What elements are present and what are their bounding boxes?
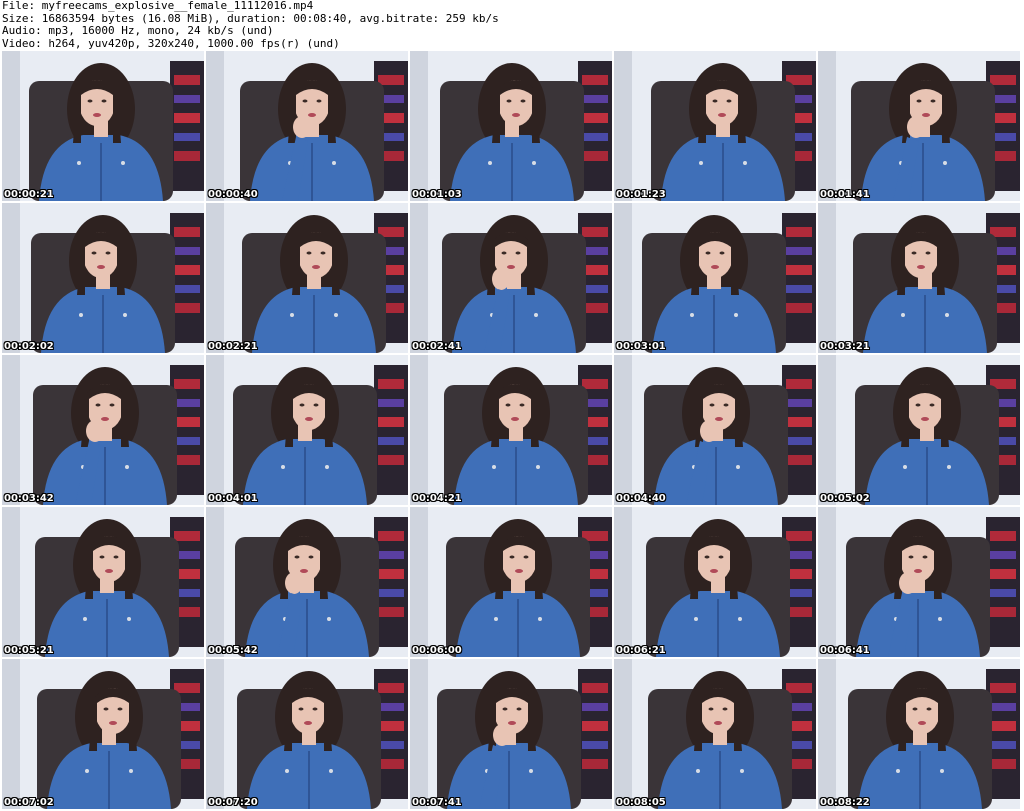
frame-timestamp: 00:02:41 [412,341,462,352]
frame-timestamp: 00:04:01 [208,493,258,504]
video-frame-thumbnail: 00:08:05 [614,659,816,809]
video-frame-thumbnail: 00:01:23 [614,51,816,201]
video-frame-thumbnail: 00:05:21 [2,507,204,657]
file-size-line: Size: 16863594 bytes (16.08 MiB), durati… [2,12,499,25]
frame-timestamp: 00:03:01 [616,341,666,352]
video-frame-thumbnail: 00:07:41 [410,659,612,809]
video-frame-thumbnail: 00:04:40 [614,355,816,505]
file-info-header: File: myfreecams_explosive__female_11112… [2,0,1020,50]
video-frame-thumbnail: 00:02:02 [2,203,204,353]
video-frame-thumbnail: 00:06:41 [818,507,1020,657]
frame-image [410,355,612,505]
frame-image [614,659,816,809]
frame-timestamp: 00:05:42 [208,645,258,656]
frame-timestamp: 00:04:21 [412,493,462,504]
frame-timestamp: 00:00:40 [208,189,258,200]
frame-timestamp: 00:07:20 [208,797,258,808]
frame-timestamp: 00:06:00 [412,645,462,656]
frame-image [818,659,1020,809]
file-name-line: File: myfreecams_explosive__female_11112… [2,0,314,12]
frame-image [818,203,1020,353]
frame-timestamp: 00:07:02 [4,797,54,808]
frame-image [410,203,612,353]
frame-timestamp: 00:03:42 [4,493,54,504]
video-frame-thumbnail: 00:03:21 [818,203,1020,353]
video-frame-thumbnail: 00:05:02 [818,355,1020,505]
video-frame-thumbnail: 00:08:22 [818,659,1020,809]
frame-timestamp: 00:03:21 [820,341,870,352]
frame-image [410,51,612,201]
frame-timestamp: 00:01:23 [616,189,666,200]
frame-image [614,51,816,201]
audio-info-line: Audio: mp3, 16000 Hz, mono, 24 kb/s (und… [2,25,274,37]
frame-timestamp: 00:05:21 [4,645,54,656]
frame-image [206,355,408,505]
video-frame-thumbnail: 00:01:41 [818,51,1020,201]
frame-image [206,659,408,809]
frame-timestamp: 00:01:41 [820,189,870,200]
frame-image [206,51,408,201]
frame-image [410,507,612,657]
video-frame-thumbnail: 00:00:40 [206,51,408,201]
video-frame-thumbnail: 00:06:21 [614,507,816,657]
frame-timestamp: 00:05:02 [820,493,870,504]
frame-timestamp: 00:06:41 [820,645,870,656]
video-frame-thumbnail: 00:03:42 [2,355,204,505]
video-frame-thumbnail: 00:02:21 [206,203,408,353]
frame-image [2,507,204,657]
frame-timestamp: 00:02:02 [4,341,54,352]
frame-image [818,51,1020,201]
frame-image [206,203,408,353]
frame-timestamp: 00:08:22 [820,797,870,808]
video-frame-thumbnail: 00:07:02 [2,659,204,809]
video-frame-thumbnail: 00:06:00 [410,507,612,657]
frame-image [206,507,408,657]
frame-image [2,659,204,809]
video-info-line: Video: h264, yuv420p, 320x240, 1000.00 f… [2,37,340,50]
thumbnail-grid: 00:00:21 00:00:40 00:01:03 00:01:23 00:01:41… [2,51,1022,809]
video-frame-thumbnail: 00:04:21 [410,355,612,505]
frame-image [818,507,1020,657]
video-frame-thumbnail: 00:05:42 [206,507,408,657]
frame-timestamp: 00:07:41 [412,797,462,808]
frame-image [410,659,612,809]
video-frame-thumbnail: 00:02:41 [410,203,612,353]
frame-image [2,203,204,353]
frame-timestamp: 00:02:21 [208,341,258,352]
frame-image [818,355,1020,505]
frame-timestamp: 00:00:21 [4,189,54,200]
frame-timestamp: 00:04:40 [616,493,666,504]
frame-timestamp: 00:06:21 [616,645,666,656]
video-frame-thumbnail: 00:00:21 [2,51,204,201]
video-frame-thumbnail: 00:04:01 [206,355,408,505]
frame-image [2,51,204,201]
video-frame-thumbnail: 00:03:01 [614,203,816,353]
frame-timestamp: 00:01:03 [412,189,462,200]
frame-image [614,203,816,353]
frame-image [614,355,816,505]
frame-timestamp: 00:08:05 [616,797,666,808]
video-frame-thumbnail: 00:07:20 [206,659,408,809]
frame-image [614,507,816,657]
frame-image [2,355,204,505]
video-frame-thumbnail: 00:01:03 [410,51,612,201]
